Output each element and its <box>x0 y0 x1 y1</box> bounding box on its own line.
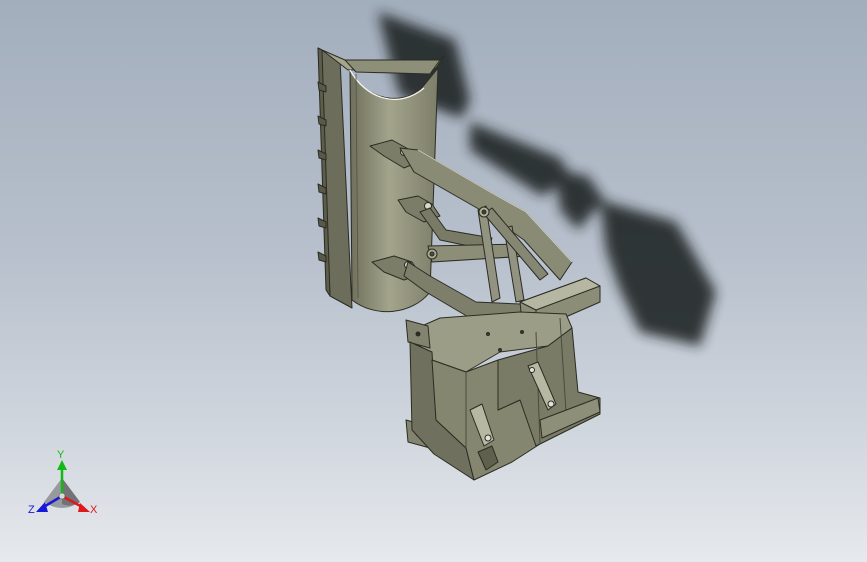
model-canvas[interactable] <box>0 0 867 562</box>
triad-x-label: X <box>90 504 98 516</box>
x-axis-arrow-icon <box>78 503 90 512</box>
bucket-flange[interactable] <box>317 47 353 309</box>
triad-z-label: Z <box>28 504 35 516</box>
y-axis-arrow-icon <box>57 460 67 470</box>
z-axis-arrow-icon <box>36 502 48 512</box>
triad-y-label: Y <box>57 449 65 461</box>
triad-origin <box>58 492 66 500</box>
reference-triad[interactable] <box>36 460 90 512</box>
graphics-viewport[interactable]: Y X Z <box>0 0 867 562</box>
